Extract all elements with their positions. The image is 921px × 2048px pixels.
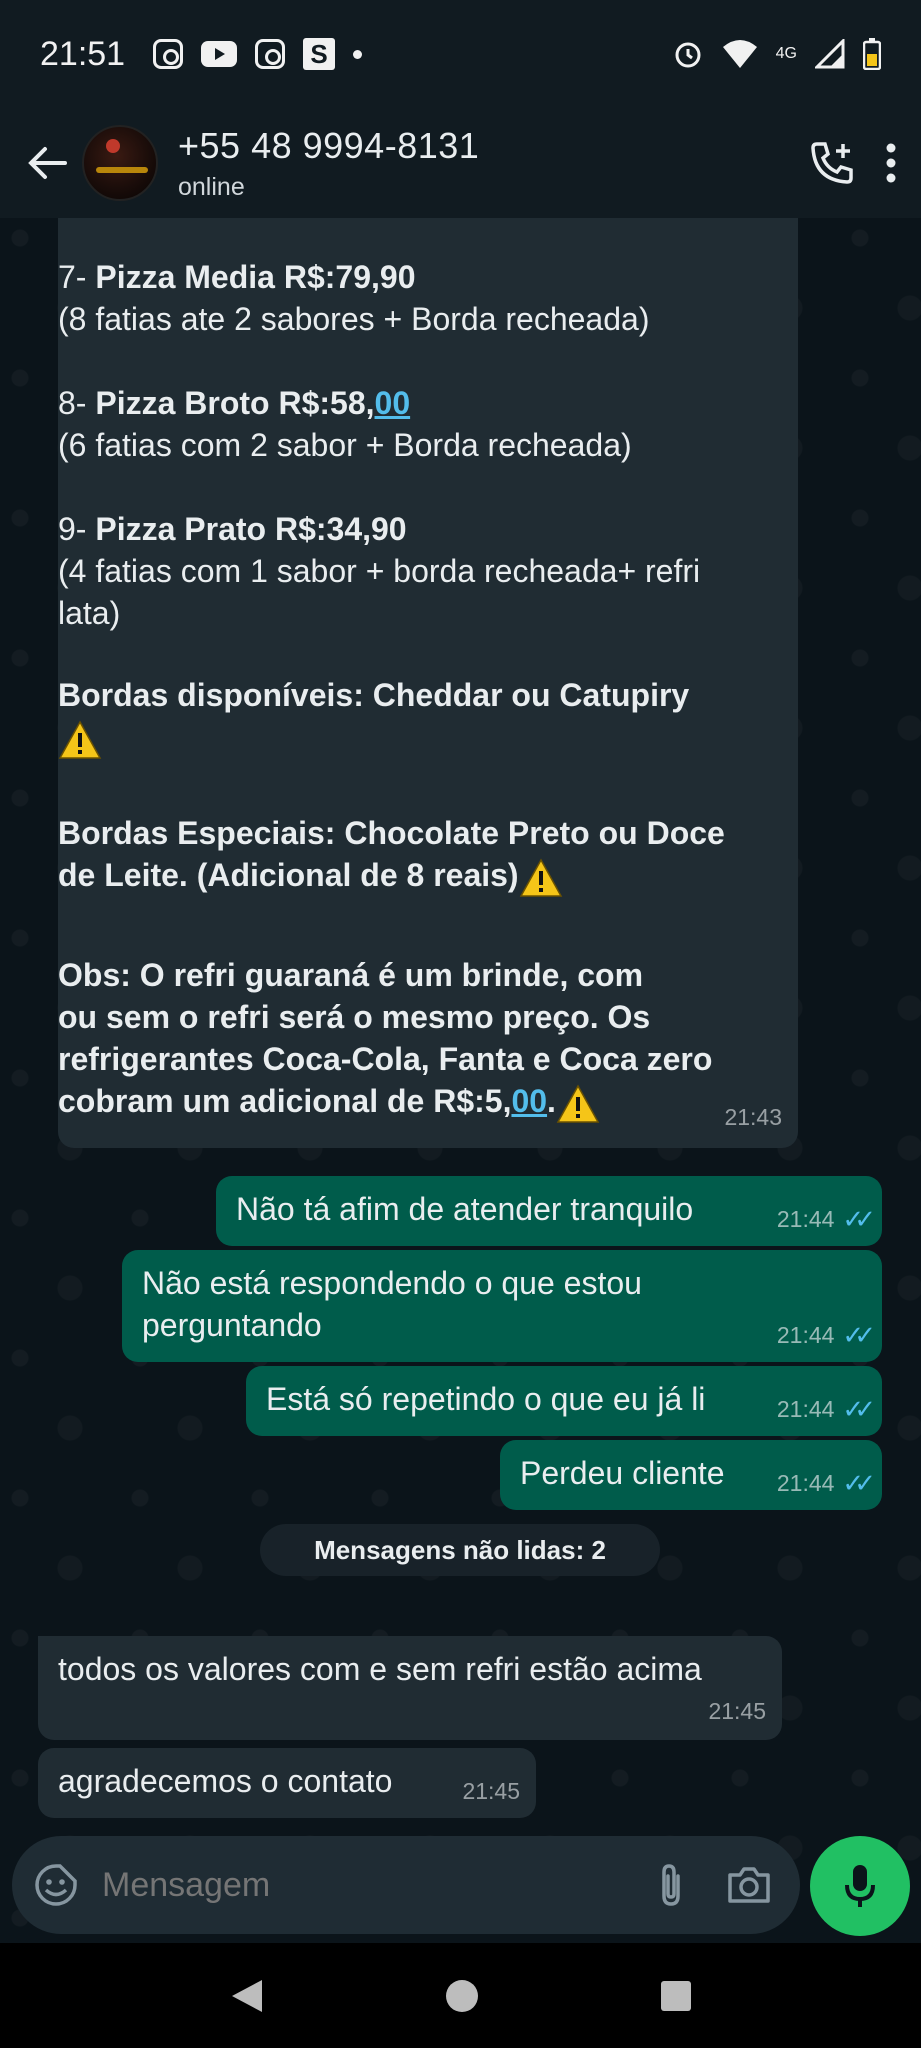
- item-title: Pizza Media R$:79,90: [95, 259, 416, 295]
- menu-item-8: 8- Pizza Broto R$:58,00 (6 fatias com 2 …: [58, 382, 632, 466]
- message-input[interactable]: [102, 1865, 572, 1905]
- item-number: 7-: [58, 259, 96, 295]
- nav-back-icon[interactable]: [230, 1978, 264, 2014]
- message-meta: 21:44 ✓✓: [776, 1388, 876, 1430]
- youtube-icon: [201, 41, 238, 67]
- obs-text: Obs: O refri guaraná é um brinde, com ou…: [58, 954, 712, 1124]
- network-type: 4G: [775, 45, 797, 62]
- menu-item-7: 7- Pizza Media R$:79,90 (8 fatias ate 2 …: [58, 256, 649, 340]
- bordas-line: Bordas disponíveis: Cheddar ou Catupiry: [58, 677, 690, 713]
- read-ticks-icon: ✓✓: [842, 1468, 875, 1498]
- outgoing-message[interactable]: Está só repetindo o que eu já li 21:44 ✓✓: [246, 1366, 882, 1436]
- contact-info[interactable]: +55 48 9994-8131 online: [178, 125, 479, 202]
- read-ticks-icon: ✓✓: [842, 1204, 875, 1234]
- incoming-message[interactable]: todos os valores com e sem refri estão a…: [38, 1636, 782, 1740]
- camera-icon[interactable]: [726, 1865, 772, 1905]
- read-ticks-icon: ✓✓: [842, 1320, 875, 1350]
- message-meta: 21:44 ✓✓: [776, 1198, 876, 1240]
- item-title: Pizza Prato R$:34,90: [95, 511, 407, 547]
- contact-avatar[interactable]: [82, 125, 158, 201]
- alarm-icon: [675, 42, 701, 68]
- message-text: todos os valores com e sem refri estão a…: [58, 1651, 702, 1687]
- wifi-icon: [722, 40, 757, 68]
- s-app-icon: S: [303, 38, 336, 70]
- nav-recents-icon[interactable]: [660, 1980, 692, 2012]
- status-time: 21:51: [40, 34, 126, 73]
- chat-area[interactable]: 7- Pizza Media R$:79,90 (8 fatias ate 2 …: [0, 218, 921, 1943]
- bordas-text: Bordas disponíveis: Cheddar ou Catupiry: [58, 674, 689, 760]
- message-time: 21:43: [724, 1104, 782, 1130]
- obs-line-end: .: [547, 1083, 556, 1119]
- sticker-icon[interactable]: [34, 1863, 78, 1907]
- item-desc: lata): [58, 595, 121, 631]
- composer-actions: [656, 1862, 772, 1908]
- add-call-icon[interactable]: [809, 140, 855, 186]
- bordas-especiais-text: Bordas Especiais: Chocolate Preto ou Doc…: [58, 812, 725, 898]
- message-text: Não tá afim de atender tranquilo: [236, 1191, 694, 1227]
- instagram-icon: [255, 39, 286, 69]
- message-meta: 21:44 ✓✓: [776, 1462, 876, 1504]
- message-composer: [12, 1836, 800, 1934]
- back-button[interactable]: [12, 128, 82, 198]
- especiais-line: Bordas Especiais: Chocolate Preto ou Doc…: [58, 815, 725, 851]
- message-time: 21:44: [776, 1322, 835, 1348]
- outgoing-message[interactable]: Não tá afim de atender tranquilo 21:44 ✓✓: [216, 1176, 882, 1246]
- message-time: 21:45: [462, 1778, 520, 1804]
- price-link[interactable]: 00: [375, 385, 411, 421]
- outgoing-message[interactable]: Perdeu cliente 21:44 ✓✓: [500, 1440, 882, 1510]
- notification-icons: S: [153, 38, 363, 70]
- especiais-line: de Leite. (Adicional de 8 reais): [58, 857, 519, 893]
- item-number: 8-: [58, 385, 96, 421]
- more-notifications-dot: [353, 49, 363, 59]
- obs-line: refrigerantes Coca-Cola, Fanta e Coca ze…: [58, 1041, 713, 1077]
- obs-line: cobram um adicional de R$:5,: [58, 1083, 512, 1119]
- microphone-icon: [845, 1865, 875, 1907]
- signal-icon: [815, 39, 845, 69]
- item-number: 9-: [58, 511, 96, 547]
- arrow-left-icon: [28, 147, 67, 179]
- chat-header: +55 48 9994-8131 online: [0, 108, 921, 218]
- warning-icon: [556, 1084, 600, 1123]
- incoming-message[interactable]: agradecemos o contato 21:45: [38, 1748, 536, 1818]
- warning-icon: [519, 858, 562, 897]
- instagram-icon: [153, 39, 184, 69]
- message-time: 21:44: [776, 1396, 835, 1422]
- message-time: 21:44: [776, 1470, 835, 1496]
- message-text: agradecemos o contato: [58, 1763, 393, 1799]
- outgoing-message[interactable]: Não está respondendo o que estou pergunt…: [122, 1250, 882, 1362]
- item-title: Pizza Broto R$:58,: [95, 385, 375, 421]
- voice-message-button[interactable]: [810, 1836, 910, 1936]
- message-line: perguntando: [142, 1307, 322, 1343]
- item-desc: (6 fatias com 2 sabor + Borda recheada): [58, 427, 632, 463]
- message-text: Não está respondendo o que estou pergunt…: [142, 1262, 642, 1346]
- attach-icon[interactable]: [656, 1862, 686, 1908]
- obs-line: ou sem o refri será o mesmo preço. Os: [58, 999, 651, 1035]
- item-desc: (8 fatias ate 2 sabores + Borda recheada…: [58, 301, 650, 337]
- warning-icon: [58, 720, 102, 759]
- menu-message[interactable]: 7- Pizza Media R$:79,90 (8 fatias ate 2 …: [58, 218, 798, 1148]
- menu-item-9: 9- Pizza Prato R$:34,90 (4 fatias com 1 …: [58, 508, 700, 634]
- item-desc: (4 fatias com 1 sabor + borda recheada+ …: [58, 553, 701, 589]
- contact-status: online: [178, 172, 245, 201]
- message-time: 21:45: [708, 1698, 766, 1724]
- message-line: Não está respondendo o que estou: [142, 1265, 642, 1301]
- unread-divider: Mensagens não lidas: 2: [260, 1524, 660, 1576]
- nav-home-icon[interactable]: [444, 1978, 480, 2014]
- read-ticks-icon: ✓✓: [842, 1394, 875, 1424]
- message-meta: 21:44 ✓✓: [776, 1314, 876, 1356]
- system-nav-bar: [0, 1943, 921, 2048]
- contact-name: +55 48 9994-8131: [178, 124, 480, 166]
- more-options-icon[interactable]: [885, 143, 897, 183]
- battery-icon: [863, 38, 881, 70]
- message-text: Perdeu cliente: [520, 1455, 725, 1491]
- obs-line: Obs: O refri guaraná é um brinde, com: [58, 957, 644, 993]
- price-link[interactable]: 00: [511, 1083, 547, 1119]
- header-actions: [809, 140, 897, 186]
- message-time: 21:44: [776, 1206, 835, 1232]
- status-bar: 21:51 S 4G: [0, 0, 921, 108]
- message-text: Está só repetindo o que eu já li: [266, 1381, 706, 1417]
- system-icons: 4G: [672, 38, 881, 70]
